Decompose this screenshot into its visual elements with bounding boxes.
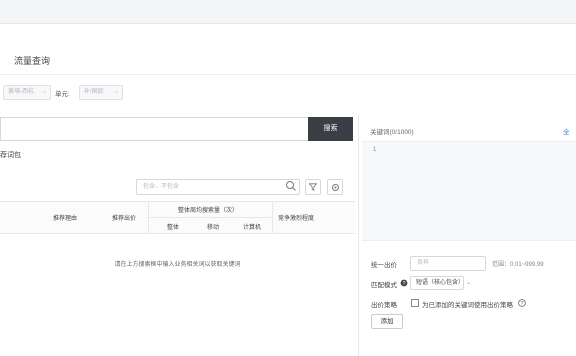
th-overall: 整体 <box>167 225 180 231</box>
filter-icon[interactable] <box>305 179 321 195</box>
strategy-checkbox[interactable] <box>411 299 419 307</box>
add-button[interactable]: 添加 <box>371 314 403 329</box>
unit-select[interactable]: 补/国欧 ⌄ <box>79 85 123 100</box>
header-divider <box>0 74 576 75</box>
unit-select-value: 补/国欧 <box>84 89 104 95</box>
unified-bid-label: 统一出价 <box>371 262 397 269</box>
settings-icon[interactable] <box>327 179 343 195</box>
header-divider-h <box>148 217 272 218</box>
unified-bid-input[interactable]: 各异 <box>410 256 486 271</box>
info-icon: ? <box>400 279 408 289</box>
region-select[interactable]: 黄埔-西杭 ⌄ <box>3 85 51 100</box>
search-icon[interactable] <box>285 180 297 194</box>
chevron-down-icon: ⌄ <box>41 89 47 95</box>
strategy-checkbox-label: 为已添加的关键词使用出价策略 <box>422 302 513 309</box>
keywords-textarea[interactable] <box>362 141 576 241</box>
unit-label: 单元: <box>55 91 70 98</box>
header-divider-v <box>272 201 273 234</box>
top-bar <box>0 0 576 24</box>
match-mode-select[interactable]: 短语（核心包含） <box>410 276 464 290</box>
bid-range-text: 范围：0.01~999.99 <box>492 262 544 268</box>
th-pc: 计算机 <box>243 225 262 231</box>
match-mode-label: 匹配模式 <box>371 282 397 289</box>
svg-text:?: ? <box>402 281 405 287</box>
line-number: 1 <box>373 147 377 153</box>
filter-input[interactable]: 包含、不包含 <box>136 179 300 195</box>
th-reason: 推荐理由 <box>53 216 78 222</box>
th-bid: 推荐出价 <box>112 216 137 222</box>
search-input[interactable] <box>0 117 308 141</box>
header-divider-v <box>148 201 149 234</box>
bid-strategy-label: 出价策略 <box>371 302 397 309</box>
page-title: 流量查询 <box>14 56 51 66</box>
chevron-down-icon[interactable]: ⌄ <box>466 279 471 286</box>
search-button[interactable]: 搜索 <box>308 117 353 141</box>
section-title: 荐词包 <box>0 152 21 159</box>
empty-state-text: 请在上方搜索框中输入业务相关词以获取关键词 <box>114 262 241 268</box>
th-competition: 竞争激烈程度 <box>278 216 315 222</box>
chevron-down-icon: ⌄ <box>113 89 119 95</box>
th-weekly-search: 整体周均搜索量（次） <box>178 208 239 214</box>
region-select-value: 黄埔-西杭 <box>8 89 34 95</box>
panel-divider <box>358 115 359 356</box>
svg-text:?: ? <box>520 301 523 307</box>
keywords-link[interactable]: 全 <box>563 126 570 136</box>
th-mobile: 移动 <box>207 225 220 231</box>
match-mode-value: 短语（核心包含） <box>416 280 465 286</box>
help-icon[interactable]: ? <box>518 299 526 309</box>
keywords-header: 关键词(0/1000) <box>370 129 414 136</box>
